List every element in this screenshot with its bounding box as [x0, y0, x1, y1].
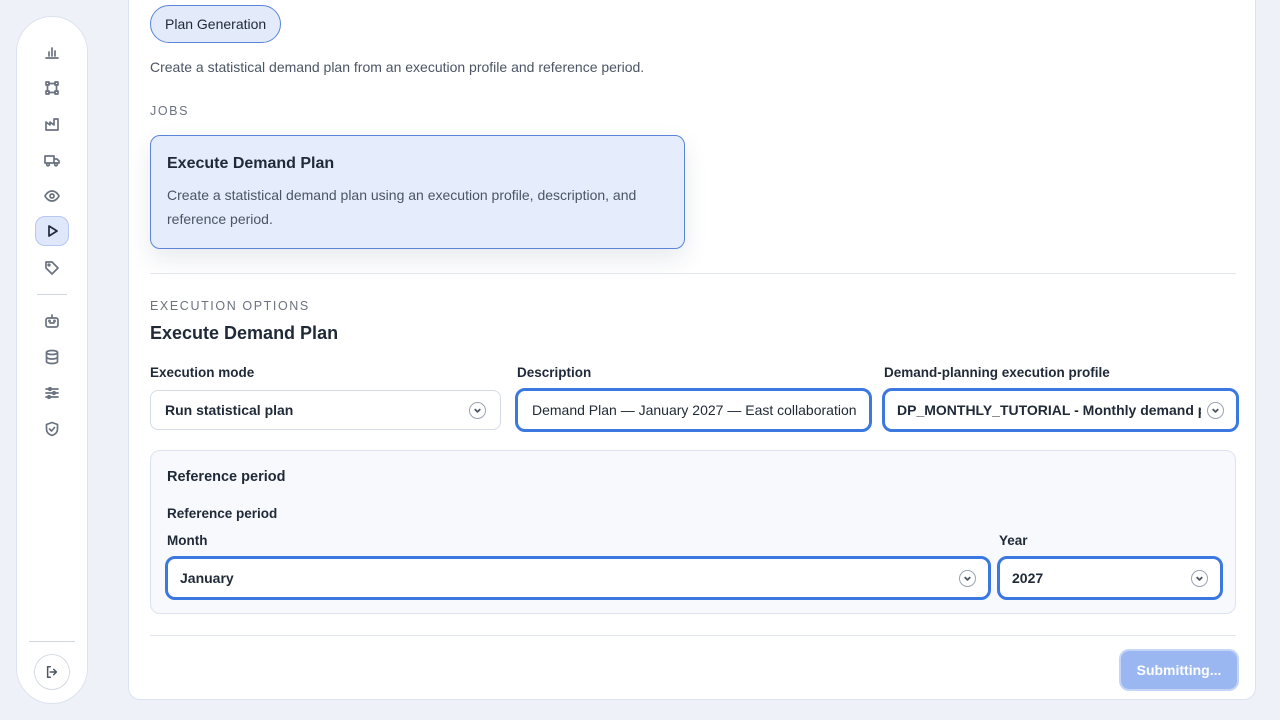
tag-icon [45, 261, 59, 275]
nav-run-jobs[interactable] [35, 216, 69, 246]
execution-mode-label: Execution mode [150, 365, 255, 380]
nav-monitor[interactable] [35, 181, 69, 211]
description-label: Description [517, 365, 592, 380]
nav-data[interactable] [35, 342, 69, 372]
factory-icon [45, 118, 59, 131]
year-value: 2027 [1012, 570, 1044, 586]
execution-mode-select[interactable]: Run statistical plan [150, 390, 501, 430]
reference-period-group-label: Reference period [167, 506, 278, 521]
logout-button[interactable] [34, 654, 70, 690]
network-nodes-icon [45, 81, 59, 95]
robot-icon [45, 314, 59, 328]
sidebar-divider-bottom [29, 641, 75, 642]
month-label: Month [167, 533, 208, 548]
nav-network[interactable] [35, 73, 69, 103]
main-panel: Plan Generation Create a statistical dem… [128, 0, 1256, 700]
execution-profile-label: Demand-planning execution profile [884, 365, 1110, 380]
execution-profile-select[interactable]: DP_MONTHLY_TUTORIAL - Monthly demand p [882, 388, 1239, 432]
year-select[interactable]: 2027 [997, 556, 1223, 600]
nav-security[interactable] [35, 414, 69, 444]
truck-icon [44, 155, 60, 167]
month-value: January [180, 570, 234, 586]
job-card-title: Execute Demand Plan [167, 155, 335, 172]
execution-mode-value: Run statistical plan [165, 402, 294, 418]
execution-heading: Execute Demand Plan [150, 323, 339, 343]
submit-button[interactable]: Submitting... [1119, 649, 1239, 691]
nav-production[interactable] [35, 109, 69, 139]
database-icon [45, 349, 59, 365]
year-label: Year [999, 533, 1028, 548]
sliders-icon [45, 386, 59, 400]
nav-logistics[interactable] [35, 145, 69, 175]
nav-settings[interactable] [35, 378, 69, 408]
intro-text: Create a statistical demand plan from an… [150, 59, 645, 75]
sidebar [16, 16, 88, 704]
chevron-down-icon [1191, 569, 1208, 587]
jobs-section-label: JOBS [150, 104, 190, 118]
bar-chart-icon [45, 47, 59, 59]
reference-period-panel: Reference period Reference period Month … [150, 450, 1236, 614]
execution-profile-value: DP_MONTHLY_TUTORIAL - Monthly demand p [897, 402, 1201, 418]
job-card-description: Create a statistical demand plan using a… [167, 187, 637, 227]
logout-icon [46, 666, 58, 678]
nav-pricing[interactable] [35, 253, 69, 283]
eye-icon [44, 190, 60, 202]
execution-options-label: EXECUTION OPTIONS [150, 299, 310, 313]
nav-automation[interactable] [35, 306, 69, 336]
chevron-down-icon [959, 569, 976, 587]
nav-analytics[interactable] [35, 37, 69, 67]
chevron-down-icon [469, 401, 486, 419]
footer-divider [150, 635, 1236, 636]
section-divider [150, 273, 1236, 274]
play-icon [48, 225, 58, 237]
description-input[interactable]: Demand Plan — January 2027 — East collab… [515, 388, 872, 432]
shield-check-icon [45, 421, 59, 437]
reference-period-title: Reference period [167, 469, 286, 485]
job-card-execute-demand-plan[interactable]: Execute Demand Plan Create a statistical… [150, 135, 685, 249]
plan-generation-chip[interactable]: Plan Generation [150, 5, 282, 43]
sidebar-divider [37, 294, 67, 295]
month-select[interactable]: January [165, 556, 991, 600]
chevron-down-icon [1207, 401, 1224, 419]
